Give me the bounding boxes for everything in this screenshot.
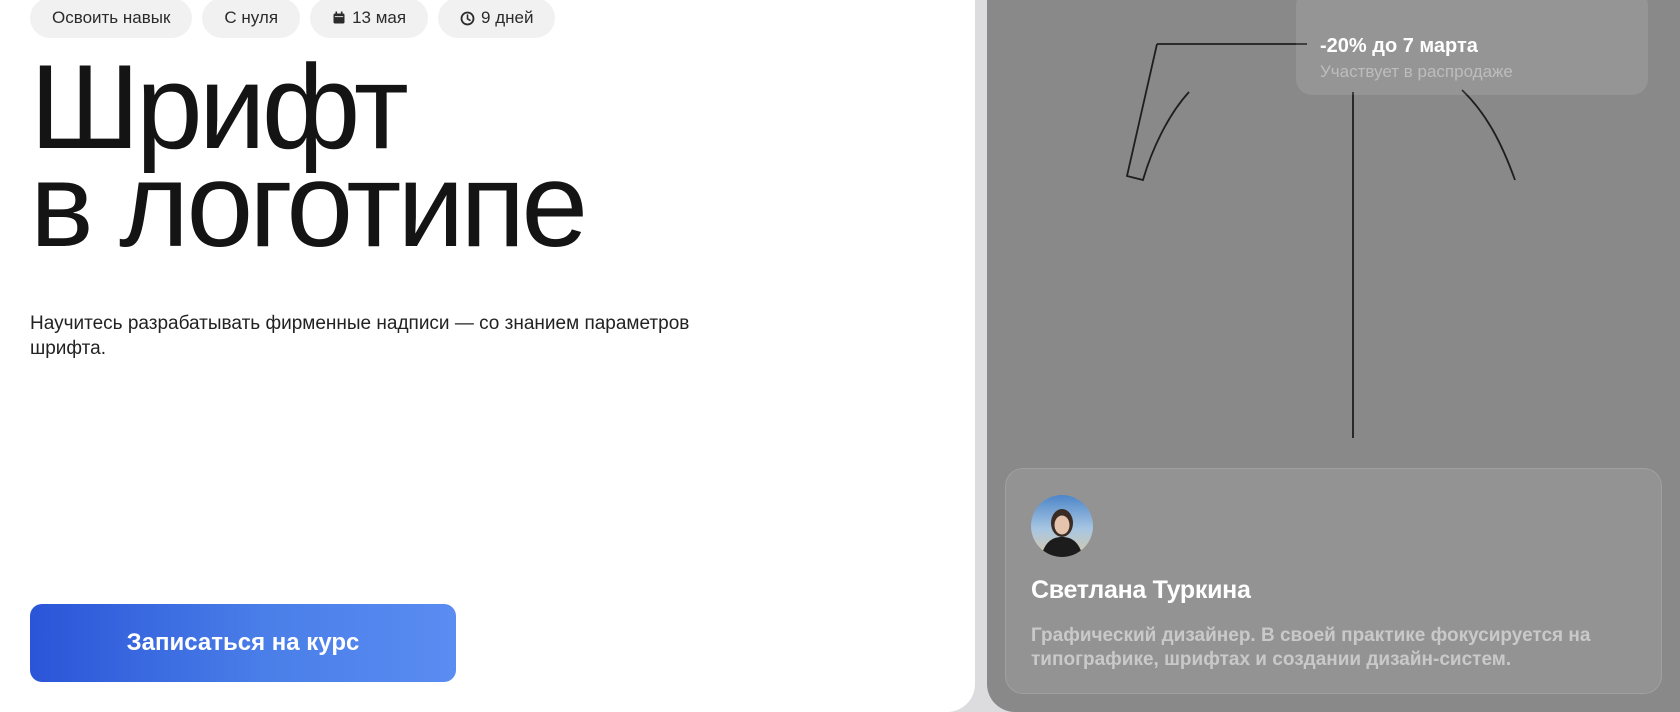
author-name: Светлана Туркина [1031, 576, 1251, 604]
course-title-line2: в логотипе [30, 138, 588, 272]
tag-label: 13 мая [352, 8, 407, 27]
tag-label: 9 дней [481, 8, 534, 27]
course-title: Шрифт в логотипе [30, 47, 588, 272]
course-description: Научитесь разрабатывать фирменные надпис… [30, 313, 690, 359]
author-bio: Графический дизайнер. В своей практике ф… [1031, 625, 1591, 670]
course-tags: Освоить навык С нуля 13 мая 9 дней [30, 0, 556, 38]
course-hero-card: Освоить навык С нуля 13 мая 9 дней Шрифт… [0, 0, 975, 712]
course-visual-panel: -20% до 7 марта Участвует в распродаже С… [987, 0, 1680, 712]
sale-badge: -20% до 7 марта Участвует в распродаже [1296, 0, 1648, 95]
tag-label: С нуля [224, 8, 279, 27]
sale-title: -20% до 7 марта [1320, 35, 1478, 57]
sale-subtitle: Участвует в распродаже [1320, 62, 1513, 81]
tag-level: С нуля [202, 0, 301, 38]
tag-start-date: 13 мая [310, 0, 429, 38]
tag-label: Освоить навык [52, 8, 171, 27]
author-card: Светлана Туркина Графический дизайнер. В… [1005, 468, 1662, 694]
enroll-button[interactable]: Записаться на курс [30, 604, 456, 682]
tag-duration: 9 дней [438, 0, 556, 38]
tag-skill: Освоить навык [30, 0, 193, 38]
author-avatar [1031, 495, 1093, 557]
clock-icon [460, 11, 475, 26]
calendar-icon [332, 11, 346, 25]
